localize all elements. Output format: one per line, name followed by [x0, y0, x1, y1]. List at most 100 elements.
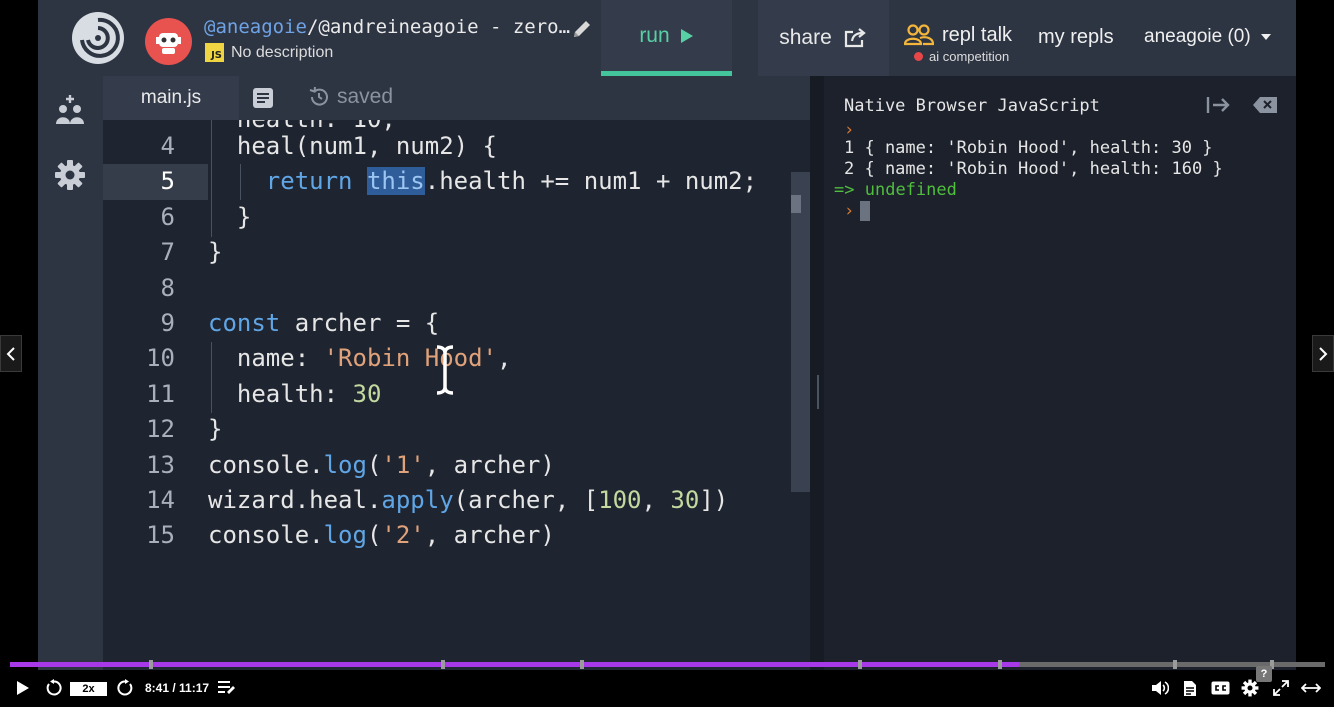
playback-speed-button[interactable]: 2x	[70, 682, 107, 696]
code-token: const	[208, 309, 281, 337]
repl-talk-link[interactable]: repl talk ai competition	[904, 24, 1013, 64]
play-icon	[680, 28, 693, 43]
code-text[interactable]: heal(num1, num2) {	[208, 129, 497, 164]
ibeam-cursor-icon	[436, 345, 454, 395]
tab-main-js[interactable]: main.js	[103, 76, 239, 120]
code-editor[interactable]: health: 10, 4 heal(num1, num2) {5 return…	[103, 120, 810, 665]
console-title: Native Browser JavaScript	[844, 96, 1100, 116]
code-text[interactable]: }	[208, 235, 222, 270]
previous-lesson-button[interactable]	[0, 335, 22, 372]
code-line[interactable]: 11 health: 30	[103, 377, 810, 412]
code-line[interactable]: 7}	[103, 235, 810, 270]
expand-icon	[1301, 683, 1321, 693]
avatar-robot-icon	[156, 33, 181, 54]
line-number: 11	[146, 379, 175, 408]
ai-competition-link[interactable]: ai competition	[914, 49, 1009, 64]
code-token: log	[323, 450, 367, 479]
chapter-marker	[149, 660, 153, 669]
code-line[interactable]: 5 return this.health += num1 + num2;	[103, 164, 810, 199]
code-line[interactable]: 10 name: 'Robin Hood',	[103, 341, 810, 376]
console-pane[interactable]: Native Browser JavaScript › 1 { name: 'R…	[824, 76, 1296, 707]
next-lesson-button[interactable]	[1312, 335, 1334, 372]
code-text[interactable]: name: 'Robin Hood',	[208, 341, 512, 376]
editor-tab-bar: main.js saved	[103, 76, 810, 120]
line-number: 8	[160, 273, 175, 302]
description-row[interactable]: JS No description	[205, 43, 333, 62]
volume-button[interactable]	[1150, 678, 1170, 698]
gear-icon[interactable]	[54, 159, 86, 191]
scrollbar-marker	[791, 195, 801, 213]
chapter-marker	[441, 660, 445, 669]
repl-description[interactable]: No description	[231, 44, 333, 62]
code-token: ,	[641, 486, 671, 514]
console-toolbar	[1206, 94, 1278, 116]
playback-time: 8:41 / 11:17	[145, 681, 210, 695]
code-text[interactable]: console.log('1', archer)	[208, 448, 555, 483]
prompt-icon: ›	[844, 201, 855, 221]
history-icon[interactable]	[308, 86, 330, 108]
transcript-icon	[1184, 680, 1196, 696]
replit-logo-icon[interactable]	[70, 10, 126, 66]
share-button[interactable]: share	[758, 0, 889, 76]
code-token: }	[208, 415, 223, 444]
transcript-button[interactable]	[1180, 678, 1200, 698]
fullscreen-button[interactable]	[1271, 678, 1291, 698]
code-text[interactable]: wizard.heal.apply(archer, [100, 30])	[208, 483, 728, 518]
repl-talk-label: repl talk	[942, 24, 1013, 46]
code-token: apply	[381, 486, 454, 514]
pane-resize-handle[interactable]	[817, 375, 819, 409]
notes-icon[interactable]	[251, 86, 275, 110]
captions-button[interactable]	[1210, 678, 1230, 698]
run-button[interactable]: run	[601, 0, 732, 76]
chapter-marker	[858, 660, 862, 669]
code-token: '2'	[381, 521, 425, 550]
repl-title[interactable]: @aneagoie/@andreineagoie - zero…	[204, 16, 570, 38]
captions-icon	[1211, 681, 1229, 695]
playlist-button[interactable]	[217, 678, 237, 698]
add-user-icon[interactable]	[54, 94, 86, 126]
code-text[interactable]: health: 30	[208, 377, 382, 412]
my-repls-link[interactable]: my repls	[1038, 26, 1114, 49]
volume-icon	[1152, 681, 1169, 695]
clear-icon[interactable]	[1252, 94, 1278, 116]
code-token: (archer, [	[453, 486, 599, 514]
forward-button[interactable]	[115, 678, 135, 698]
code-token: name:	[208, 344, 324, 373]
repl-owner[interactable]: @aneagoie	[204, 16, 307, 38]
code-line[interactable]: 12}	[103, 412, 810, 447]
collapse-icon[interactable]	[1206, 94, 1232, 116]
playlist-icon	[218, 681, 235, 694]
line-number: 5	[160, 167, 175, 196]
help-button[interactable]: ?	[1256, 666, 1272, 682]
video-frame: @aneagoie/@andreineagoie - zero… JS No d…	[38, 0, 1296, 707]
code-line[interactable]: 6 }	[103, 200, 810, 235]
prompt-icon: ›	[844, 120, 855, 140]
console-input-line[interactable]: ›	[844, 201, 871, 221]
user-menu[interactable]: aneagoie (0)	[1144, 26, 1271, 48]
code-line[interactable]: 13 console.log('1', archer)	[103, 448, 810, 483]
code-text[interactable]: console.log('2', archer)	[208, 518, 555, 553]
code-token: (	[366, 521, 382, 550]
code-text[interactable]: }	[208, 412, 222, 447]
repl-path[interactable]: /@andreineagoie - zero…	[307, 16, 570, 38]
code-text[interactable]: }	[208, 200, 251, 235]
editor-scrollbar[interactable]	[791, 172, 810, 492]
code-token: health:	[208, 379, 353, 408]
expand-button[interactable]	[1300, 678, 1322, 698]
chevron-down-icon	[1260, 34, 1271, 40]
play-button[interactable]	[14, 678, 32, 698]
avatar[interactable]	[145, 18, 192, 65]
code-token: wizard.heal.	[208, 486, 382, 514]
code-line[interactable]: 8	[103, 271, 810, 306]
code-line[interactable]: 4 heal(num1, num2) {	[103, 129, 810, 164]
code-token: return	[208, 167, 367, 196]
code-line[interactable]: 14 wizard.heal.apply(archer, [100, 30])	[103, 483, 810, 518]
code-line[interactable]: 9 const archer = {	[103, 306, 810, 341]
code-line[interactable]: 15 console.log('2', archer)	[103, 518, 810, 553]
code-text[interactable]: const archer = {	[208, 306, 439, 341]
run-label: run	[639, 23, 670, 47]
pencil-icon[interactable]	[571, 18, 593, 40]
code-text[interactable]: return this.health += num1 + num2;	[208, 164, 757, 199]
replay-icon	[46, 679, 62, 696]
rewind-button[interactable]	[44, 678, 64, 698]
